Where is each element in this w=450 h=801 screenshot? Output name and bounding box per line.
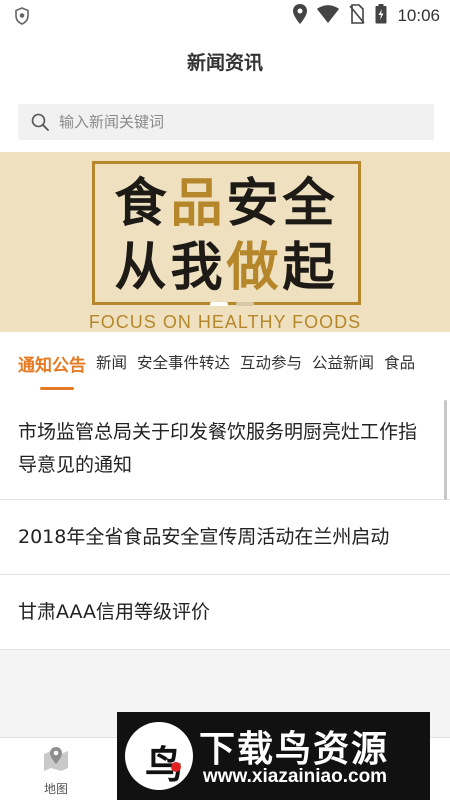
tab-notices[interactable]: 通知公告 (18, 351, 86, 376)
watermark: 鸟 下载鸟资源 www.xiazainiao.com (117, 712, 430, 800)
search-icon (31, 113, 49, 131)
news-title: 甘肃AAA信用等级评价 (18, 601, 211, 623)
search-section (0, 88, 450, 152)
watermark-title: 下载鸟资源 (199, 729, 390, 770)
banner-carousel[interactable]: 食品安全 从我做起 FOCUS ON HEALTHY FOODS (0, 152, 450, 332)
scrollbar[interactable] (444, 400, 447, 500)
wifi-icon (317, 5, 340, 27)
list-item[interactable]: 2018年全省食品安全宣传周活动在兰州启动 (0, 500, 450, 575)
news-title: 市场监管总局关于印发餐饮服务明厨亮灶工作指导意见的通知 (18, 421, 418, 476)
search-box[interactable] (18, 104, 434, 140)
title-bar: 新闻资讯 (0, 32, 450, 88)
nav-map-label: 地图 (43, 782, 68, 796)
nav-map[interactable]: 地图 (11, 744, 101, 797)
list-item[interactable]: 甘肃AAA信用等级评价 (0, 575, 450, 650)
tab-public-welfare[interactable]: 公益新闻 (312, 351, 374, 376)
category-tabs: 通知公告 新闻 安全事件转达 互动参与 公益新闻 食品 (0, 332, 450, 398)
carousel-dot[interactable] (236, 302, 254, 306)
news-title: 2018年全省食品安全宣传周活动在兰州启动 (18, 526, 390, 548)
status-bar: 10:06 (0, 0, 450, 32)
banner-subtitle: FOCUS ON HEALTHY FOODS (88, 312, 362, 332)
banner-frame: 食品安全 从我做起 (92, 161, 361, 305)
map-pin-icon (41, 747, 71, 778)
shield-icon (14, 7, 30, 29)
active-tab-indicator (40, 387, 74, 390)
tab-news[interactable]: 新闻 (96, 351, 127, 376)
search-input[interactable] (57, 112, 401, 132)
banner-line-2: 从我做起 (114, 238, 339, 298)
news-list: 市场监管总局关于印发餐饮服务明厨亮灶工作指导意见的通知 2018年全省食品安全宣… (0, 398, 450, 650)
clock: 10:06 (397, 6, 440, 25)
tab-food[interactable]: 食品 (384, 351, 415, 376)
tab-safety-events[interactable]: 安全事件转达 (137, 351, 230, 376)
tab-interaction[interactable]: 互动参与 (240, 351, 302, 376)
banner-line-1: 食品安全 (114, 174, 339, 234)
page-title: 新闻资讯 (186, 52, 263, 74)
list-item[interactable]: 市场监管总局关于印发餐饮服务明厨亮灶工作指导意见的通知 (0, 398, 450, 500)
watermark-url: www.xiazainiao.com (203, 766, 388, 787)
location-icon (293, 4, 308, 28)
no-sim-icon (349, 4, 366, 28)
battery-icon (375, 4, 387, 28)
carousel-indicator (210, 302, 254, 306)
watermark-logo: 鸟 (125, 722, 193, 790)
carousel-dot[interactable] (210, 302, 228, 306)
